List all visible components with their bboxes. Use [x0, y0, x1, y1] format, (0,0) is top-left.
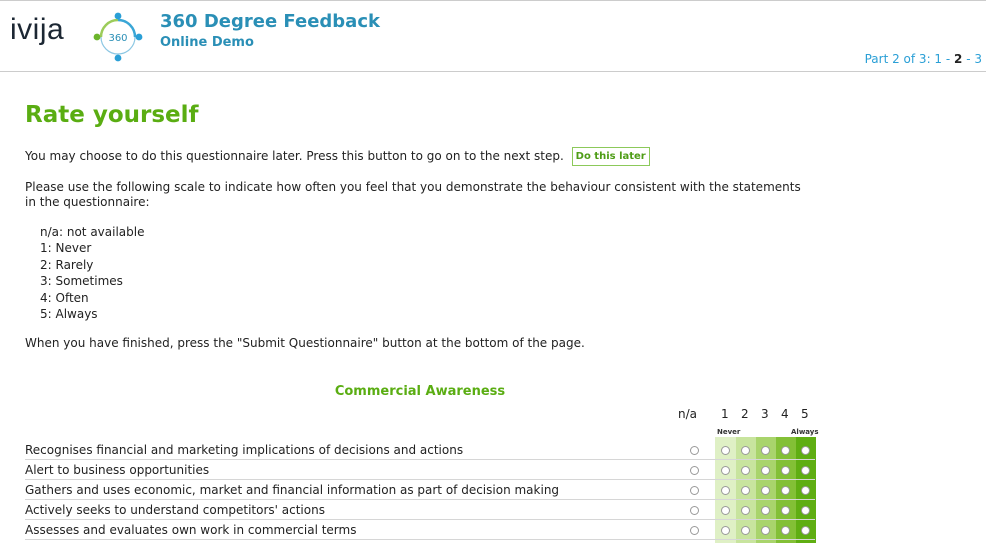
rating-radio-1[interactable]: [721, 486, 730, 495]
app-subtitle: Online Demo: [160, 35, 254, 50]
scale-item-5: 5: Always: [40, 307, 98, 322]
rating-radio-1[interactable]: [721, 526, 730, 535]
progress-indicator: Part 2 of 3: 1 - 2 - 3: [865, 52, 982, 66]
do-this-later-button[interactable]: Do this later: [571, 147, 650, 166]
column-header-2: 2: [741, 407, 749, 421]
rating-radio-2[interactable]: [741, 486, 750, 495]
question-text: Assesses and evaluates own work in comme…: [25, 523, 357, 537]
rating-radio-na[interactable]: [690, 506, 699, 515]
svg-text:360: 360: [108, 33, 127, 44]
rating-radio-na[interactable]: [690, 466, 699, 475]
rating-radio-2[interactable]: [741, 506, 750, 515]
question-text: Recognises financial and marketing impli…: [25, 443, 464, 457]
rating-radio-5[interactable]: [801, 446, 810, 455]
question-row: Actively seeks to understand competitors…: [25, 500, 815, 520]
section-title: Commercial Awareness: [334, 384, 506, 399]
rating-radio-4[interactable]: [781, 466, 790, 475]
rating-radio-3[interactable]: [761, 486, 770, 495]
scale-item-1: 1: Never: [40, 241, 92, 256]
ivija-360-logo-icon: 360: [93, 12, 143, 62]
page-title: Rate yourself: [25, 102, 199, 128]
scale-item-na: n/a: not available: [40, 225, 145, 239]
rating-radio-2[interactable]: [741, 466, 750, 475]
column-header-3: 3: [761, 407, 769, 421]
column-header-1: 1: [721, 407, 729, 421]
column-header-5: 5: [801, 407, 809, 421]
rating-radio-4[interactable]: [781, 526, 790, 535]
rating-radio-na[interactable]: [690, 486, 699, 495]
rating-radio-4[interactable]: [781, 486, 790, 495]
question-text: Gathers and uses economic, market and fi…: [25, 483, 560, 497]
later-text: You may choose to do this questionnaire …: [25, 149, 564, 163]
finish-instructions: When you have finished, press the "Submi…: [25, 336, 585, 350]
scale-high-label: Always: [791, 428, 819, 436]
progress-link-1[interactable]: 1: [934, 52, 942, 66]
scale-item-4: 4: Often: [40, 290, 89, 305]
rating-radio-4[interactable]: [781, 446, 790, 455]
progress-separator: -: [962, 52, 975, 66]
question-row: Recognises financial and marketing impli…: [25, 440, 815, 460]
rating-radio-3[interactable]: [761, 526, 770, 535]
rating-radio-2[interactable]: [741, 446, 750, 455]
question-text: Alert to business opportunities: [25, 463, 210, 477]
rating-radio-3[interactable]: [761, 446, 770, 455]
question-row: Gathers and uses economic, market and fi…: [25, 480, 815, 500]
page-header: ivija 360 360 Degree Feedback Online Dem…: [0, 0, 986, 72]
scale-low-label: Never: [717, 428, 741, 436]
rating-radio-1[interactable]: [721, 446, 730, 455]
rating-radio-2[interactable]: [741, 526, 750, 535]
scale-item-2: 2: Rarely: [40, 257, 94, 272]
row-divider: [25, 539, 815, 540]
rating-radio-5[interactable]: [801, 466, 810, 475]
rating-radio-3[interactable]: [761, 506, 770, 515]
rating-radio-na[interactable]: [690, 526, 699, 535]
rating-radio-3[interactable]: [761, 466, 770, 475]
scale-item-3: 3: Sometimes: [40, 274, 123, 289]
rating-radio-na[interactable]: [690, 446, 699, 455]
column-header-na: n/a: [678, 407, 698, 421]
rating-radio-1[interactable]: [721, 466, 730, 475]
question-text: Actively seeks to understand competitors…: [25, 503, 325, 517]
rating-radio-5[interactable]: [801, 506, 810, 515]
logo-text: ivija: [10, 13, 65, 46]
rating-radio-4[interactable]: [781, 506, 790, 515]
rating-radio-1[interactable]: [721, 506, 730, 515]
app-title: 360 Degree Feedback: [160, 11, 380, 32]
progress-label: Part 2 of 3:: [864, 52, 935, 66]
rating-radio-5[interactable]: [801, 526, 810, 535]
progress-separator: -: [942, 52, 955, 66]
later-paragraph: You may choose to do this questionnaire …: [25, 147, 650, 167]
progress-link-3[interactable]: 3: [974, 52, 982, 66]
question-row: Assesses and evaluates own work in comme…: [25, 520, 815, 540]
scale-list: n/a: not available 1: Never 2: Rarely 3:…: [40, 224, 145, 322]
column-header-4: 4: [781, 407, 789, 421]
rating-radio-5[interactable]: [801, 486, 810, 495]
scale-intro: Please use the following scale to indica…: [25, 180, 801, 209]
question-row: Alert to business opportunities: [25, 460, 815, 480]
